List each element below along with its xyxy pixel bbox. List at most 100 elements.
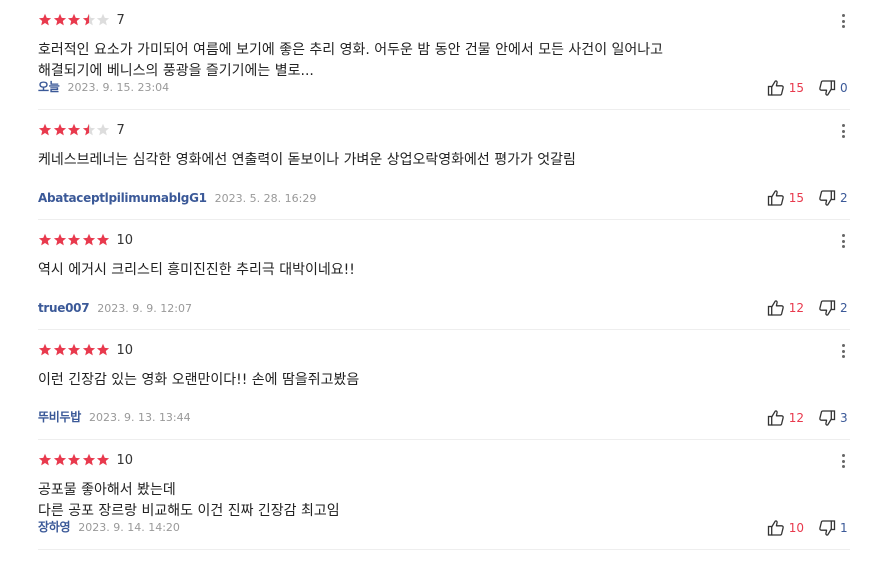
rating: 10 — [38, 451, 133, 469]
author-nickname[interactable]: true007 — [38, 301, 90, 315]
review-date: 2023. 9. 13. 13:44 — [88, 411, 191, 424]
author-nickname[interactable]: AbataceptlpilimumablgG1 — [38, 191, 207, 205]
star-full-icon — [53, 123, 66, 136]
dislike-count: 0 — [840, 81, 848, 95]
star-full-icon — [53, 343, 66, 356]
review-item: 10 이런 긴장감 있는 영화 오랜만이다!! 손에 땀을쥐고봤음뚜비두밥 2023… — [38, 330, 850, 440]
rating-score: 10 — [116, 232, 134, 248]
review-actions: 12 2 — [767, 299, 848, 317]
thumbs-up-icon — [767, 520, 784, 536]
dislike-count: 2 — [840, 191, 848, 205]
review-date: 2023. 9. 9. 12:07 — [97, 302, 192, 315]
like-count: 10 — [788, 521, 804, 535]
dislike-count: 1 — [840, 521, 848, 535]
like-button[interactable]: 12 — [767, 299, 804, 317]
like-count: 12 — [788, 411, 804, 425]
star-full-icon — [82, 233, 95, 246]
thumbs-up-icon — [767, 190, 784, 206]
star-rating — [38, 123, 111, 137]
rating: 10 — [38, 341, 133, 359]
star-full-icon — [53, 453, 66, 466]
more-options-icon[interactable] — [836, 12, 850, 30]
thumbs-up-icon — [767, 80, 784, 96]
star-full-icon — [96, 343, 110, 356]
review-date: 2023. 9. 15. 23:04 — [67, 81, 170, 94]
dislike-button[interactable]: 2 — [818, 189, 848, 207]
like-button[interactable]: 12 — [767, 409, 804, 427]
thumbs-down-icon — [819, 80, 836, 96]
author-nickname[interactable]: 뚜비두밥 — [38, 408, 81, 425]
star-full-icon — [67, 13, 81, 26]
review-item: 7 호러적인 요소가 가미되어 여름에 보기에 좋은 추리 영화. 어두운 밤 동… — [38, 0, 850, 110]
like-count: 15 — [788, 81, 804, 95]
review-meta: 오늘 2023. 9. 15. 23:04 — [38, 78, 169, 95]
review-actions: 15 0 — [767, 79, 848, 97]
rating-score: 7 — [116, 12, 125, 28]
star-full-icon — [38, 343, 52, 356]
dislike-button[interactable]: 3 — [818, 409, 848, 427]
review-meta: true007 2023. 9. 9. 12:07 — [38, 301, 192, 315]
star-full-icon — [67, 233, 81, 246]
review-text: 역시 에거시 크리스티 흥미진진한 추리극 대박이네요!! — [38, 262, 355, 278]
dislike-button[interactable]: 2 — [818, 299, 848, 317]
thumbs-down-icon — [819, 190, 836, 206]
more-options-icon[interactable] — [836, 122, 850, 140]
review-text: 공포물 좋아해서 봤는데 다른 공포 장르랑 비교해도 이건 진짜 긴장감 최고… — [38, 482, 340, 519]
like-button[interactable]: 15 — [767, 79, 804, 97]
review-meta: 장하영 2023. 9. 14. 14:20 — [38, 518, 180, 535]
review-text: 이런 긴장감 있는 영화 오랜만이다!! 손에 땀을쥐고봤음 — [38, 372, 360, 388]
star-full-icon — [96, 233, 110, 246]
author-nickname[interactable]: 오늘 — [38, 78, 60, 95]
rating: 7 — [38, 11, 125, 29]
thumbs-down-icon — [819, 520, 836, 536]
dislike-count: 3 — [840, 411, 848, 425]
rating-score: 7 — [116, 122, 125, 138]
like-count: 12 — [788, 301, 804, 315]
star-full-icon — [38, 233, 52, 246]
star-full-icon — [38, 123, 52, 136]
star-rating — [38, 343, 111, 357]
star-full-icon — [67, 343, 81, 356]
star-empty-icon — [96, 13, 110, 26]
star-full-icon — [53, 13, 66, 26]
thumbs-down-icon — [819, 410, 836, 426]
review-actions: 12 3 — [767, 409, 848, 427]
star-full-icon — [82, 453, 95, 466]
dislike-count: 2 — [840, 301, 848, 315]
star-full-icon — [96, 453, 110, 466]
author-nickname[interactable]: 장하영 — [38, 518, 71, 535]
star-half-icon — [82, 123, 95, 136]
thumbs-up-icon — [767, 300, 784, 316]
review-meta: AbataceptlpilimumablgG1 2023. 5. 28. 16:2… — [38, 191, 316, 205]
rating: 7 — [38, 121, 125, 139]
more-options-icon[interactable] — [836, 342, 850, 360]
review-item: 10 공포물 좋아해서 봤는데 다른 공포 장르랑 비교해도 이건 진짜 긴장감 … — [38, 440, 850, 550]
star-empty-icon — [96, 123, 110, 136]
more-options-icon[interactable] — [836, 232, 850, 250]
star-full-icon — [82, 343, 95, 356]
review-text: 호러적인 요소가 가미되어 여름에 보기에 좋은 추리 영화. 어두운 밤 동안… — [38, 42, 664, 79]
thumbs-up-icon — [767, 410, 784, 426]
star-full-icon — [38, 13, 52, 26]
review-actions: 15 2 — [767, 189, 848, 207]
star-full-icon — [67, 453, 81, 466]
like-count: 15 — [788, 191, 804, 205]
star-rating — [38, 233, 111, 247]
star-half-icon — [82, 13, 95, 26]
review-date: 2023. 9. 14. 14:20 — [78, 521, 180, 534]
more-options-icon[interactable] — [836, 452, 850, 470]
dislike-button[interactable]: 0 — [818, 79, 848, 97]
review-item: 10 역시 에거시 크리스티 흥미진진한 추리극 대박이네요!! true007 20… — [38, 220, 850, 330]
thumbs-down-icon — [819, 300, 836, 316]
review-meta: 뚜비두밥 2023. 9. 13. 13:44 — [38, 408, 191, 425]
rating: 10 — [38, 231, 133, 249]
review-text: 케네스브레너는 심각한 영화에선 연출력이 돋보이나 가벼운 상업오락영화에선 … — [38, 152, 576, 168]
review-list: 7 호러적인 요소가 가미되어 여름에 보기에 좋은 추리 영화. 어두운 밤 동… — [0, 0, 872, 550]
like-button[interactable]: 15 — [767, 189, 804, 207]
review-actions: 10 1 — [767, 519, 848, 537]
review-date: 2023. 5. 28. 16:29 — [214, 192, 317, 205]
star-full-icon — [53, 233, 66, 246]
like-button[interactable]: 10 — [767, 519, 804, 537]
dislike-button[interactable]: 1 — [818, 519, 848, 537]
star-rating — [38, 13, 111, 27]
